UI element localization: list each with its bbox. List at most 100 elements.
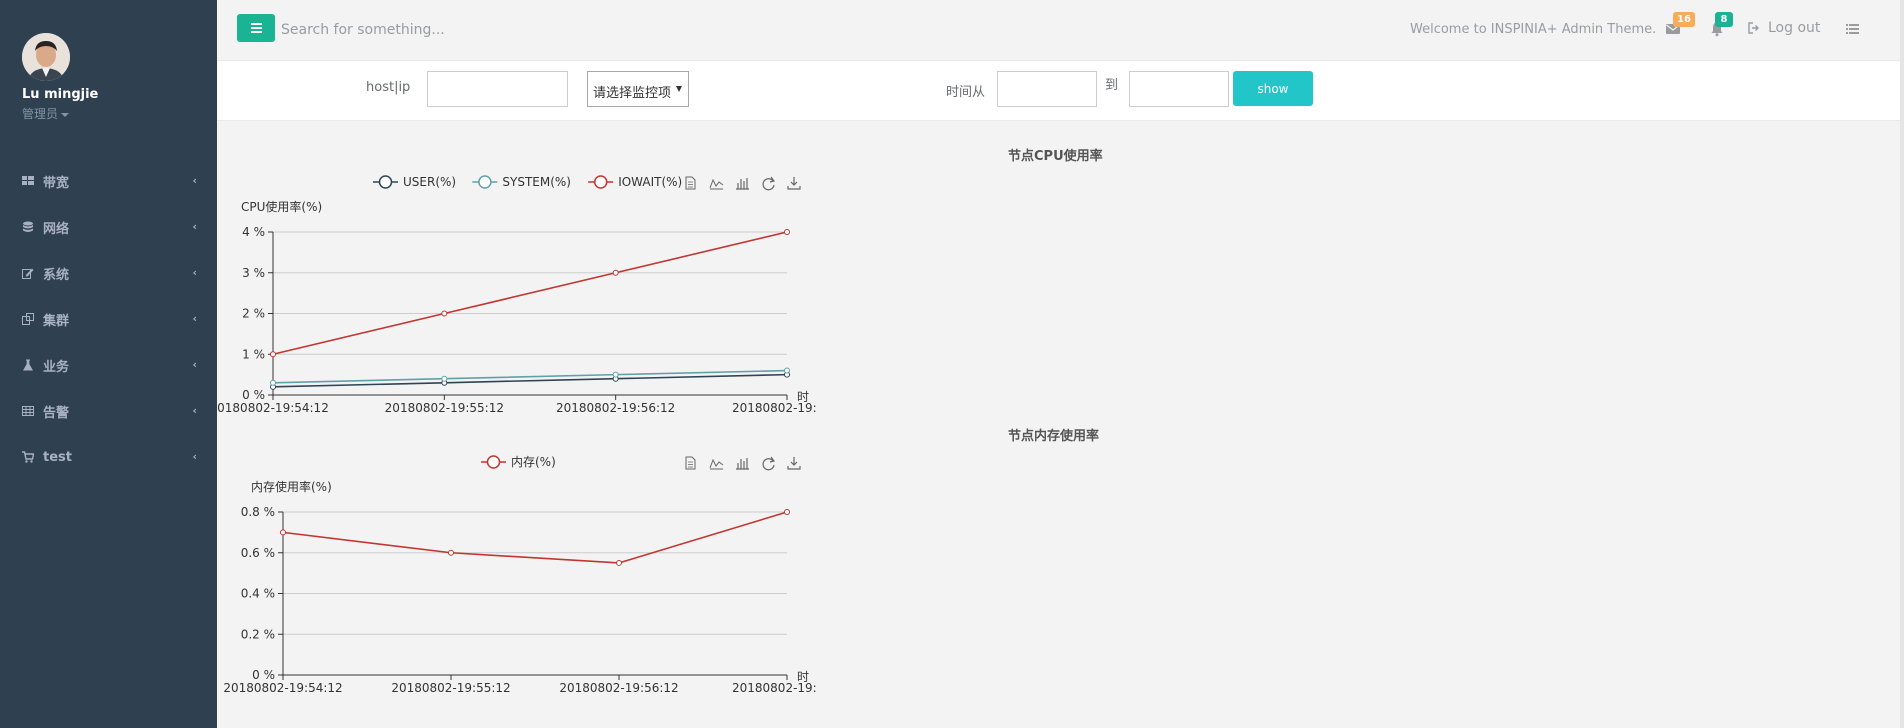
time-from-input[interactable] [997,71,1097,107]
chevron-left-icon: ‹ [192,266,197,279]
refresh-icon [762,456,776,471]
data-point [612,269,619,276]
refresh-icon-arc [762,458,775,471]
line-chart-icon [709,458,724,470]
sidebar-item-label: 网络 [43,221,70,237]
logout-label: Log out [1768,20,1821,36]
logout-link[interactable]: Log out [1748,20,1820,36]
x-tick-label: 20180802-19:54:12 [223,681,342,695]
data-view-icon-lines [688,181,693,188]
data-view-icon-lines [688,461,693,468]
time-from-label: 时间从 [946,85,986,100]
chart-toolbox [685,456,801,471]
data-point [784,229,790,235]
host-label: host|ip [366,80,411,95]
x-tick-label: 20180802-19:56:12 [559,681,678,695]
data-point [612,371,619,378]
chevron-left-icon: ‹ [192,220,197,233]
data-point [616,559,622,566]
memory-usage-chart: 内存(%) 内存使用率(%) 0 % 0.2 % 0.4 % 0.6 % 0.8 % 2018… [223,455,816,695]
series-line [282,511,788,564]
time-to-input[interactable] [1129,71,1229,107]
search-input[interactable] [281,18,681,42]
x-tick-label: 20180802-19:56:12 [556,401,675,415]
y-tick-label: 3 % [242,266,265,280]
grid-icon [22,175,34,187]
sidebar: Lu mingjie 管理员 带宽 ‹ 网络 ‹ 系统 ‹ 集群 ‹ 业务 ‹ [0,0,217,728]
time-to-label: 到 [1105,78,1119,93]
database-icon [22,221,34,233]
right-sidebar-toggle-icon[interactable] [1845,21,1861,37]
legend-label: USER(%) [403,175,456,189]
legend-item: SYSTEM(%) [472,175,571,189]
monitor-item-select-label: 请选择监控项 [593,86,672,101]
data-view-icon [685,176,696,190]
chevron-left-icon: ‹ [192,312,197,325]
legend-item: IOWAIT(%) [588,175,682,189]
line-chart-icon [709,178,724,190]
memory-chart-title: 节点内存使用率 [1008,429,1100,444]
sidebar-item-business[interactable]: 业务 ‹ [0,342,217,388]
host-input[interactable] [427,71,568,107]
bar-chart-icon-shape [736,178,749,190]
download-icon-shape [787,177,801,190]
x-tick-label: 0180802-19:54:12 [217,401,329,415]
data-point [448,549,454,556]
chevron-left-icon: ‹ [192,358,197,371]
y-tick-label: 0.2 % [241,627,275,641]
bar-chart-icon [736,178,749,190]
x-axis-label: 时 [797,670,809,684]
data-point [784,367,790,374]
table-icon [22,405,34,417]
sidebar-item-cluster[interactable]: 集群 ‹ [0,296,217,342]
series-line [272,231,788,356]
data-point [784,509,790,515]
chart-toolbox [685,176,801,191]
avatar[interactable] [22,33,70,81]
cpu-chart-title: 节点CPU使用率 [1008,149,1103,164]
legend-item: 内存(%) [481,455,556,469]
y-tick-label: 1 % [242,347,265,361]
user-name: Lu mingjie [22,87,99,102]
sidebar-item-bandwidth[interactable]: 带宽 ‹ [0,158,217,204]
line-chart-icon-shape [709,458,724,469]
sidebar-item-alarm[interactable]: 告警 ‹ [0,388,217,434]
legend-marker [593,175,608,189]
bar-chart-icon-shape [736,458,749,470]
x-axis-label: 时 [797,390,809,404]
y-tick-label: 0 % [252,668,275,682]
y-tick-label: 0.8 % [241,505,275,519]
user-role-dropdown[interactable]: 管理员 [22,105,70,122]
download-icon [787,457,801,470]
legend-item: USER(%) [373,175,456,189]
chevron-left-icon: ‹ [192,450,197,463]
download-icon-shape [787,457,801,470]
legend-marker [478,175,492,189]
chevron-left-icon: ‹ [192,404,197,417]
sidebar-item-label: 系统 [43,267,70,283]
monitor-item-select[interactable]: 请选择监控项 [587,71,689,107]
y-axis-label: 内存使用率(%) [251,479,332,494]
legend-label: IOWAIT(%) [618,175,682,189]
sidebar-item-system[interactable]: 系统 ‹ [0,250,217,296]
caret-down-icon [676,86,682,92]
refresh-icon-arc [762,178,775,191]
show-button[interactable]: show [1233,71,1313,106]
sidebar-item-label: 业务 [43,359,70,375]
sidebar-item-network[interactable]: 网络 ‹ [0,204,217,250]
y-tick-label: 0.4 % [241,587,275,601]
sidebar-item-test[interactable]: test ‹ [0,434,217,480]
data-point [441,310,448,317]
menu-toggle-button[interactable] [237,14,275,42]
legend-marker [378,175,393,189]
edit-icon [22,267,34,279]
cart-icon [22,451,34,463]
top-navbar: Welcome to INSPINIA+ Admin Theme. 16 8 L… [217,0,1904,61]
legend-marker [486,455,501,469]
y-tick-label: 0 % [242,388,265,402]
y-tick-label: 4 % [242,225,265,239]
scrollbar[interactable] [1900,0,1904,728]
hamburger-icon [250,27,262,29]
welcome-message: Welcome to INSPINIA+ Admin Theme. [1410,22,1657,37]
filter-bar: host|ip 请选择监控项 时间从 到 show [217,61,1900,121]
